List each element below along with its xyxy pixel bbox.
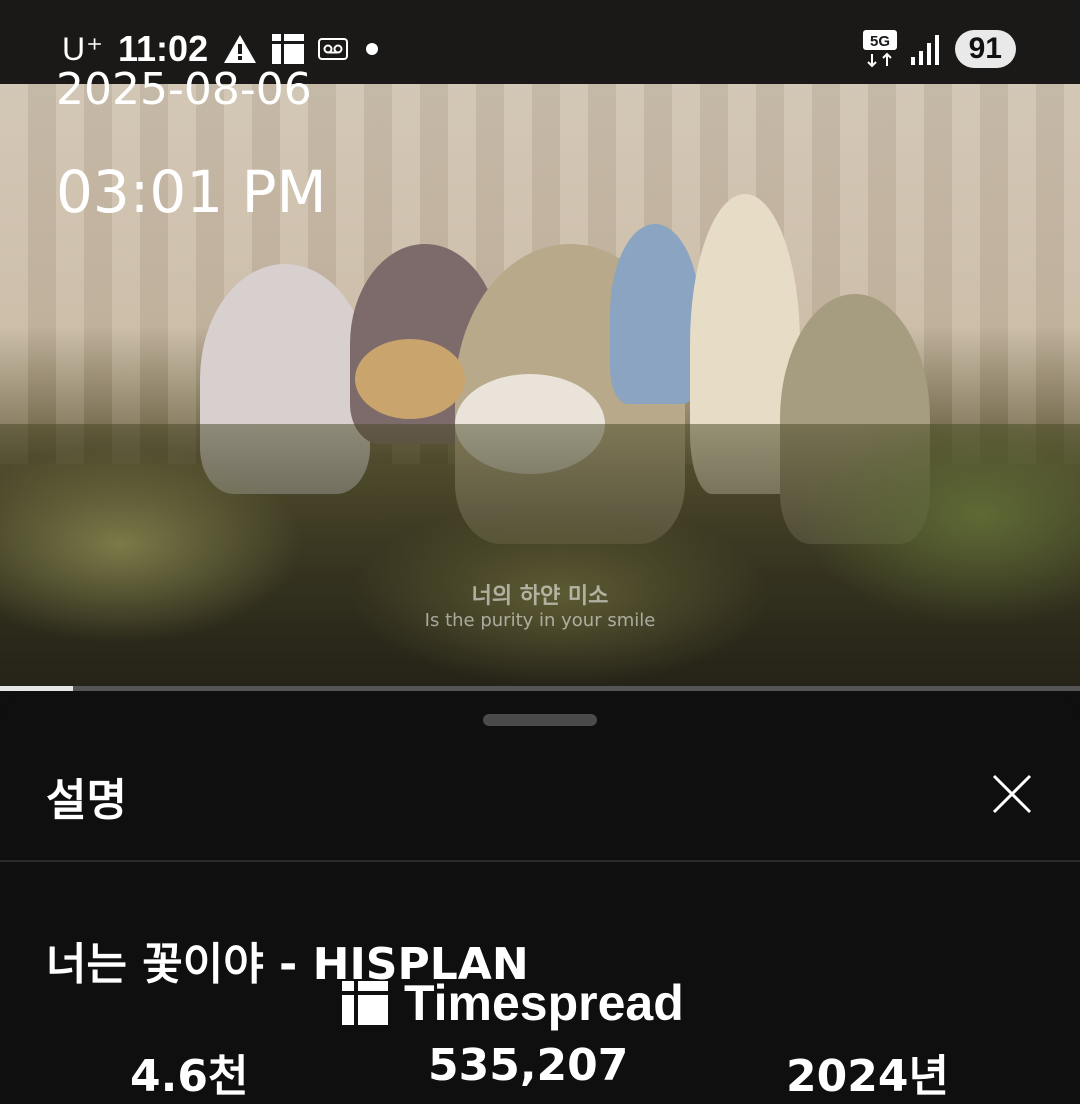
performer-figure <box>610 224 700 404</box>
overlay-date: 2025-08-06 <box>56 64 312 115</box>
views-count: 535,207 <box>428 1040 629 1091</box>
video-progress-bar[interactable] <box>0 686 1080 691</box>
battery-indicator: 91 <box>954 30 1016 68</box>
watermark-text: Timespread <box>404 975 684 1031</box>
sheet-divider <box>0 860 1080 862</box>
overlay-time: 03:01 PM <box>56 158 327 226</box>
carrier-label: U⁺ <box>62 31 104 67</box>
status-right: 5G 91 <box>862 30 1016 68</box>
timespread-app-icon <box>272 34 305 64</box>
upload-year: 2024년 <box>786 1051 949 1102</box>
close-icon[interactable] <box>988 770 1036 818</box>
5g-data-icon: 5G <box>862 30 897 68</box>
timespread-logo-icon <box>342 981 388 1025</box>
timespread-watermark: Timespread <box>342 974 684 1032</box>
guitar-shape <box>355 339 465 419</box>
signal-strength-icon <box>910 35 939 65</box>
video-subtitle-korean: 너의 하얀 미소 <box>471 584 609 609</box>
video-subtitle-english: Is the purity in your smile <box>424 610 656 631</box>
network-label: 5G <box>870 33 890 50</box>
likes-count: 4.6천 <box>130 1051 249 1102</box>
notification-dot-icon <box>366 43 379 55</box>
video-progress-fill <box>0 686 74 691</box>
warning-icon <box>224 35 257 63</box>
voicemail-icon <box>318 38 349 60</box>
flower-foliage <box>0 424 1080 688</box>
sheet-drag-handle[interactable] <box>483 714 597 726</box>
sheet-title: 설명 <box>46 775 127 826</box>
